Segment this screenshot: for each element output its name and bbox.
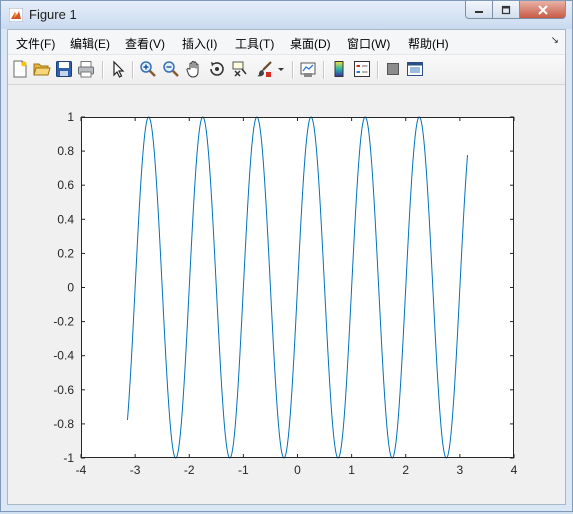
x-tick-label: -4 xyxy=(76,463,87,477)
y-tick-label: 0.2 xyxy=(57,246,74,260)
x-tick-label: 3 xyxy=(457,463,464,477)
data-cursor-icon[interactable] xyxy=(231,60,249,78)
rotate-3d-icon[interactable] xyxy=(208,60,226,78)
y-tick-label: -1 xyxy=(63,451,74,465)
show-plot-tools-icon[interactable] xyxy=(406,60,424,78)
y-tick-label: -0.4 xyxy=(53,349,74,363)
close-button[interactable] xyxy=(520,1,566,19)
y-tick-label: 0.8 xyxy=(57,144,74,158)
zoom-out-icon[interactable] xyxy=(162,60,180,78)
print-icon[interactable] xyxy=(77,60,95,78)
zoom-in-icon[interactable] xyxy=(139,60,157,78)
edit-plot-icon[interactable] xyxy=(109,60,127,78)
x-tick-label: 0 xyxy=(294,463,301,477)
menu-window[interactable]: 窗口(W) xyxy=(347,35,390,52)
x-tick-label: 2 xyxy=(402,463,409,477)
menu-view[interactable]: 查看(V) xyxy=(125,35,165,52)
y-tick-label: 1 xyxy=(67,110,74,124)
x-tick-label: -1 xyxy=(238,463,249,477)
pan-icon[interactable] xyxy=(185,60,203,78)
minimize-button[interactable] xyxy=(465,1,493,19)
menu-edit[interactable]: 编辑(E) xyxy=(70,35,110,52)
y-tick-label: 0 xyxy=(67,281,74,295)
y-tick-label: 0.6 xyxy=(57,178,74,192)
new-figure-icon[interactable] xyxy=(11,60,29,78)
x-tick-label: 1 xyxy=(348,463,355,477)
x-tick-label: -2 xyxy=(184,463,195,477)
colorbar-icon[interactable] xyxy=(330,60,348,78)
x-tick-label: 4 xyxy=(511,463,518,477)
save-icon[interactable] xyxy=(55,60,73,78)
plot-svg: -4 -3 -2 -1 0 1 2 3 4 1 0.8 0.6 0.4 0.2 0 -0.2 -0.4 -0.6 -… xyxy=(53,110,517,477)
x-tick-label: -3 xyxy=(130,463,141,477)
brush-icon[interactable] xyxy=(255,60,273,78)
dock-arrow-icon[interactable]: ↘ xyxy=(551,35,559,46)
open-file-icon[interactable] xyxy=(33,60,51,78)
figure-toolbar xyxy=(8,55,565,85)
axes[interactable]: -4 -3 -2 -1 0 1 2 3 4 1 0.8 0.6 0.4 0.2 0 -0.2 -0.4 -0.6 -… xyxy=(53,110,517,477)
figure-window: Figure 1 文件(F) 编辑(E) 查看(V) 插入(I) 工具(T) 桌… xyxy=(0,0,573,512)
y-tick-label: -0.6 xyxy=(53,383,74,397)
maximize-icon xyxy=(501,5,511,14)
menu-file[interactable]: 文件(F) xyxy=(16,35,55,52)
brush-dropdown-icon[interactable] xyxy=(276,60,286,78)
menu-help[interactable]: 帮助(H) xyxy=(408,35,449,52)
menu-insert[interactable]: 插入(I) xyxy=(182,35,217,52)
figure-client-area: 文件(F) 编辑(E) 查看(V) 插入(I) 工具(T) 桌面(D) 窗口(W… xyxy=(7,29,566,505)
menu-desktop[interactable]: 桌面(D) xyxy=(290,35,331,52)
figure-canvas: -4 -3 -2 -1 0 1 2 3 4 1 0.8 0.6 0.4 0.2 0 -0.2 -0.4 -0.6 -… xyxy=(8,85,565,504)
link-plot-icon[interactable] xyxy=(299,60,317,78)
menu-bar: 文件(F) 编辑(E) 查看(V) 插入(I) 工具(T) 桌面(D) 窗口(W… xyxy=(8,30,565,55)
matlab-icon[interactable] xyxy=(8,7,24,23)
y-tick-label: 0.4 xyxy=(57,212,74,226)
title-bar[interactable]: Figure 1 xyxy=(1,1,572,29)
window-title: Figure 1 xyxy=(29,7,77,22)
y-tick-label: -0.8 xyxy=(53,417,74,431)
y-tick-label: -0.2 xyxy=(53,315,74,329)
legend-icon[interactable] xyxy=(353,60,371,78)
maximize-button[interactable] xyxy=(493,1,520,19)
close-icon xyxy=(537,4,548,15)
minimize-icon xyxy=(475,10,483,13)
menu-tools[interactable]: 工具(T) xyxy=(235,35,274,52)
hide-plot-tools-icon[interactable] xyxy=(384,60,402,78)
